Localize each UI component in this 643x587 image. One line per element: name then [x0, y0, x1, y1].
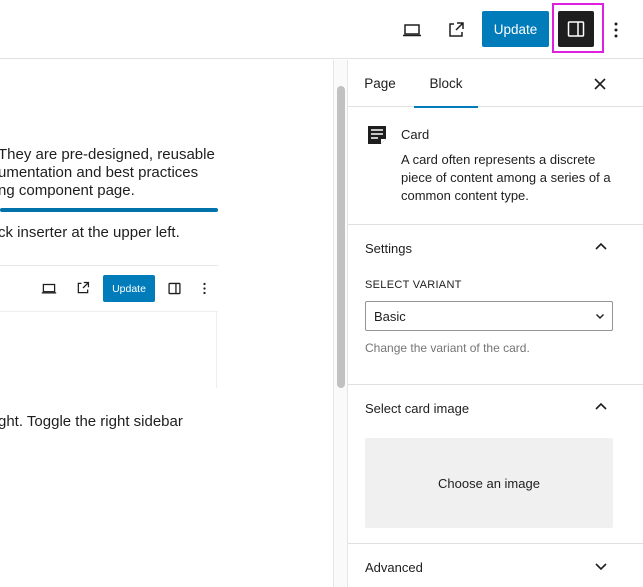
chevron-up-icon	[595, 402, 607, 410]
laptop-icon	[41, 283, 57, 294]
panel-title: Select card image	[365, 401, 470, 416]
block-card: Card A card often represents a discrete …	[348, 107, 643, 225]
editor-header: Update	[0, 0, 643, 59]
more-vertical-icon	[614, 22, 618, 38]
divider	[0, 311, 218, 312]
divider	[216, 312, 217, 388]
tab-page[interactable]: Page	[356, 60, 404, 107]
settings-panel-toggle[interactable]: Settings	[348, 225, 643, 273]
close-sidebar-button[interactable]	[588, 72, 612, 96]
chevron-down-icon	[596, 314, 604, 319]
canvas-scrollbar[interactable]	[333, 60, 348, 587]
mini-toolbar: Update	[0, 266, 218, 312]
block-description: A card often represents a discrete piece…	[401, 152, 611, 203]
paragraph-line: umentation and best practices	[0, 164, 199, 181]
embedded-screenshot: Update	[0, 265, 218, 388]
editor-canvas[interactable]: They are pre-designed, reusable umentati…	[0, 60, 334, 587]
panel-title: Advanced	[365, 560, 423, 575]
sidebar-tabs: Page Block	[348, 60, 643, 108]
settings-sidebar: Page Block Card A card often represents …	[348, 60, 643, 587]
update-button[interactable]: Update	[482, 11, 549, 47]
variant-help-text: Change the variant of the card.	[365, 341, 530, 355]
preview-button[interactable]	[398, 16, 426, 44]
tab-block-label: Block	[429, 76, 463, 91]
variant-select[interactable]: Basic	[365, 301, 613, 331]
chevron-up-icon	[595, 242, 607, 250]
block-title: Card	[401, 127, 430, 142]
paragraph-block[interactable]: They are pre-designed, reusable umentati…	[0, 146, 215, 200]
panel-title: Settings	[365, 241, 412, 256]
paragraph-line: They are pre-designed, reusable	[0, 146, 215, 163]
close-icon	[594, 78, 606, 90]
choose-image-button[interactable]: Choose an image	[365, 438, 613, 528]
mini-update-button: Update	[103, 275, 155, 302]
variant-value: Basic	[374, 309, 406, 324]
variant-label: SELECT VARIANT	[365, 279, 462, 291]
laptop-icon	[403, 24, 421, 37]
settings-sidebar-toggle[interactable]	[558, 11, 594, 47]
options-button[interactable]	[606, 16, 626, 44]
paragraph-line: ng component page.	[0, 182, 135, 199]
more-vertical-icon	[203, 282, 206, 295]
tab-block[interactable]: Block	[414, 60, 478, 108]
sidebar-toggle-icon	[168, 282, 181, 295]
paragraph-block[interactable]: ght. Toggle the right sidebar	[0, 413, 183, 431]
view-page-button[interactable]	[442, 16, 470, 44]
external-link-icon	[77, 281, 90, 294]
chevron-down-icon	[595, 563, 607, 571]
card-image-panel-toggle[interactable]: Select card image	[348, 385, 643, 433]
advanced-panel-toggle[interactable]: Advanced	[348, 544, 643, 587]
scrollbar-thumb[interactable]	[337, 86, 345, 388]
paragraph-block[interactable]: ck inserter at the upper left.	[0, 224, 180, 242]
external-link-icon	[449, 22, 464, 37]
card-block-icon	[368, 126, 386, 144]
separator-block[interactable]	[0, 208, 218, 212]
sidebar-toggle-icon	[567, 21, 585, 37]
